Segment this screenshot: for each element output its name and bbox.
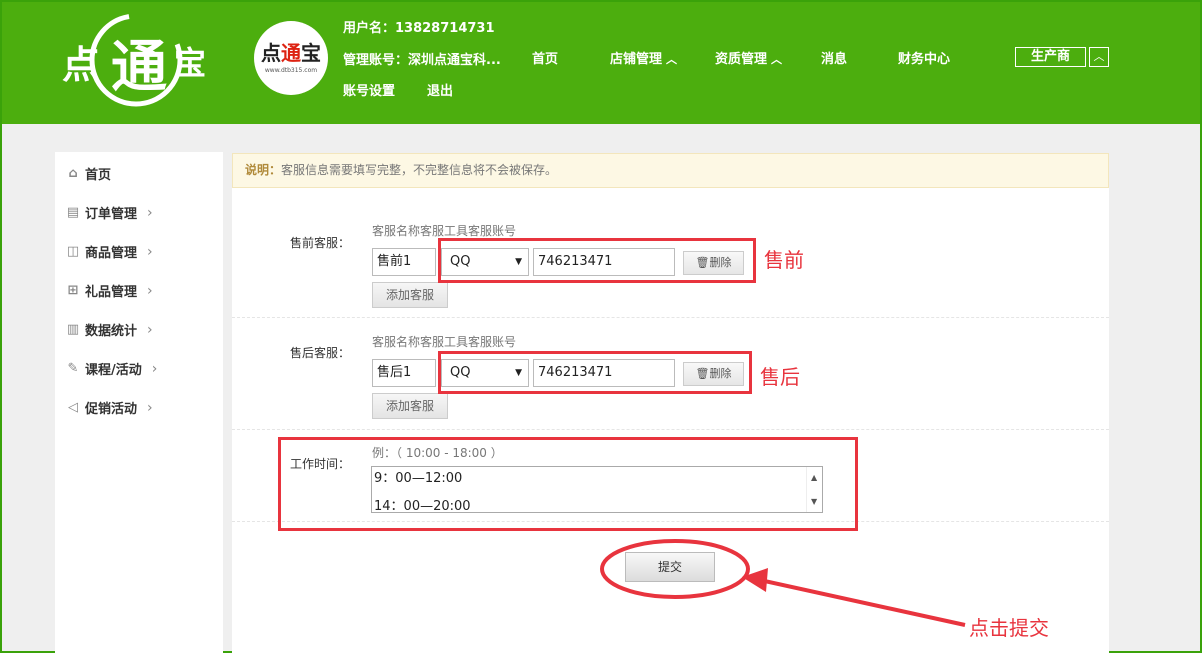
- submit-button[interactable]: 提交: [625, 552, 715, 582]
- presale-add-button[interactable]: 添加客服: [372, 282, 448, 308]
- presale-label: 售前客服：: [290, 236, 351, 250]
- role-badge[interactable]: 生产商: [1015, 47, 1086, 67]
- nav-qualification-management[interactable]: 资质管理 ︿: [715, 48, 782, 67]
- notice-prefix: 说明：: [245, 163, 282, 177]
- svg-text:点: 点: [62, 42, 100, 87]
- annotation-presale: 售前: [764, 248, 804, 272]
- sidebar-item-label: 商品管理: [85, 246, 138, 261]
- annotation-aftersale: 售后: [760, 365, 800, 389]
- top-header: 点 通 宝 点通宝 www.dtb315.com 用户名：13828714731…: [0, 0, 1202, 124]
- row-divider: [232, 429, 1109, 430]
- course-icon: ✎: [67, 360, 79, 376]
- sidebar-item-courses[interactable]: ✎ 课程/活动 ›: [65, 359, 158, 379]
- aftersale-column-headers: 客服名称客服工具客服账号: [372, 335, 517, 349]
- nav-store-management[interactable]: 店铺管理 ︿: [610, 48, 677, 67]
- svg-text:通: 通: [111, 34, 167, 100]
- aftersale-label: 售后客服：: [290, 346, 351, 360]
- svg-text:宝: 宝: [174, 44, 206, 82]
- sidebar-item-label: 课程/活动: [85, 363, 142, 378]
- chevron-up-icon: ︿: [666, 53, 678, 66]
- annotation-submit: 点击提交: [969, 616, 1049, 640]
- annotation-box-worktime: [278, 437, 858, 531]
- chevron-up-icon: ︿: [771, 53, 783, 66]
- brand-logo[interactable]: 点 通 宝: [56, 8, 216, 110]
- aftersale-name-input[interactable]: 售后1: [372, 359, 436, 387]
- store-avatar: 点通宝 www.dtb315.com: [254, 21, 328, 95]
- gift-icon: ⊞: [67, 282, 79, 298]
- chevron-right-icon: ›: [147, 321, 153, 338]
- sidebar-item-label: 礼品管理: [85, 285, 138, 300]
- bag-icon: ◫: [66, 243, 80, 259]
- chevron-right-icon: ›: [147, 243, 153, 260]
- nav-home[interactable]: 首页: [532, 48, 558, 67]
- chevron-right-icon: ›: [147, 282, 153, 299]
- nav-logout[interactable]: 退出: [427, 80, 453, 99]
- chevron-right-icon: ›: [147, 204, 153, 221]
- sidebar-item-label: 数据统计: [85, 324, 138, 339]
- store-avatar-url: www.dtb315.com: [264, 66, 318, 74]
- nav-account-settings[interactable]: 账号设置: [343, 80, 395, 99]
- username-label: 用户名：13828714731: [343, 21, 495, 36]
- sidebar-item-label: 订单管理: [85, 207, 138, 222]
- chevron-up-icon[interactable]: ︿: [1089, 47, 1109, 67]
- nav-finance-center[interactable]: 财务中心: [898, 48, 950, 67]
- annotation-box-aftersale: [438, 351, 752, 394]
- sidebar: ⌂ 首页 ▤ 订单管理 › ◫ 商品管理 › ⊞ 礼品管理 › ▥ 数据统计 ›…: [55, 152, 223, 653]
- home-icon: ⌂: [68, 165, 78, 181]
- annotation-box-presale: [438, 238, 756, 283]
- row-divider: [232, 317, 1109, 318]
- presale-name-input[interactable]: 售前1: [372, 248, 436, 276]
- document-icon: ▤: [66, 204, 80, 220]
- account-label: 管理账号：深圳点通宝科...: [343, 53, 501, 68]
- sidebar-item-label: 促销活动: [85, 402, 138, 417]
- store-avatar-logo: 点通宝: [261, 40, 321, 65]
- sidebar-item-statistics[interactable]: ▥ 数据统计 ›: [65, 320, 153, 340]
- sidebar-item-products[interactable]: ◫ 商品管理 ›: [65, 242, 153, 262]
- sidebar-item-promotions[interactable]: ◁ 促销活动 ›: [65, 398, 153, 418]
- megaphone-icon: ◁: [68, 399, 78, 415]
- aftersale-add-button[interactable]: 添加客服: [372, 393, 448, 419]
- nav-messages[interactable]: 消息: [821, 48, 847, 67]
- sidebar-item-label: 首页: [85, 168, 112, 183]
- chart-icon: ▥: [66, 321, 80, 337]
- chevron-right-icon: ›: [147, 399, 153, 416]
- frame-border-left: [0, 124, 2, 653]
- sidebar-item-home[interactable]: ⌂ 首页: [65, 164, 112, 184]
- sidebar-item-gifts[interactable]: ⊞ 礼品管理 ›: [65, 281, 153, 301]
- notice-banner: 说明：客服信息需要填写完整，不完整信息将不会被保存。: [232, 153, 1109, 188]
- sidebar-item-orders[interactable]: ▤ 订单管理 ›: [65, 203, 153, 223]
- presale-column-headers: 客服名称客服工具客服账号: [372, 224, 517, 238]
- notice-text: 客服信息需要填写完整，不完整信息将不会被保存。: [281, 163, 558, 177]
- chevron-right-icon: ›: [151, 360, 158, 377]
